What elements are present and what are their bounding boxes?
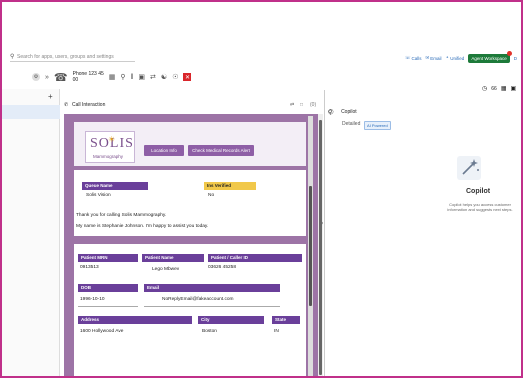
copilot-logo — [457, 156, 481, 180]
ai-powered-badge: AI Powered — [364, 121, 391, 130]
tab-count: (0) — [310, 102, 317, 108]
settings-icon[interactable]: ⚙ — [32, 73, 40, 81]
copilot-title: Copilot — [466, 188, 491, 195]
phone-call-icon[interactable]: ☎ — [54, 71, 68, 84]
interaction-form-panel: SOLIS ☀ Mammography Location Info Check … — [64, 114, 319, 376]
email-label: Email — [144, 284, 280, 292]
queue-name-label: Queue Name — [82, 182, 148, 190]
page-scrollbar[interactable] — [318, 114, 323, 376]
patient-name-label: Patient Name — [142, 254, 204, 262]
intro-text: My name is Stephanie Johnson. I'm happy … — [76, 224, 209, 229]
queue-name-value: Solis Vision — [86, 193, 111, 198]
dob-value: 1996-10-10 — [80, 297, 105, 302]
copilot-header-actions: ◷ 66 ▦ ▣ — [482, 86, 516, 92]
patient-callerid-value: 03626 45258 — [208, 265, 237, 270]
history-icon[interactable]: ◷ — [482, 86, 487, 92]
more-icon[interactable]: ▣ — [510, 86, 516, 92]
trailing-label: D — [513, 55, 517, 61]
chevron-right-icon[interactable]: › — [321, 220, 323, 227]
agent-workspace-button[interactable]: Agent Workspace — [468, 50, 512, 63]
patient-mrn-value: 0913513 — [80, 265, 99, 270]
state-value: IN — [274, 329, 279, 334]
phone-icon: ☏ — [404, 55, 411, 60]
dob-underline — [78, 306, 138, 307]
global-search[interactable]: ⚲ Search for apps, users, groups and set… — [10, 52, 135, 62]
dialpad-icon[interactable]: ▦ — [109, 73, 116, 81]
address-value: 1600 Hollywood Ave — [80, 329, 124, 334]
expand-icon[interactable]: □ — [300, 102, 303, 108]
email-underline — [144, 306, 280, 307]
caller-number-2: 00 — [72, 77, 79, 83]
call-toolbar: ⚙ » ☎ Phone 123 45 00 ▦ ⚲ ‖ ▣ ⇄ ☯ ☉ ✕ — [32, 68, 192, 86]
calendar-icon[interactable]: ▦ — [501, 86, 507, 92]
patient-mrn-label: Patient MRN — [78, 254, 138, 262]
selected-session[interactable] — [2, 105, 60, 119]
search-icon: ⚲ — [10, 54, 15, 60]
app-window: ⚲ Search for apps, users, groups and set… — [0, 0, 523, 378]
copilot-tab-title: Copilot — [341, 109, 357, 115]
mail-icon: ✉ — [425, 55, 430, 60]
address-label: Address — [78, 316, 192, 324]
record-icon[interactable]: ☉ — [172, 73, 178, 81]
patient-card: Patient MRN 0913513 Patient Name Lego Mb… — [74, 244, 306, 376]
solis-logo: SOLIS ☀ Mammography — [85, 131, 135, 163]
arrows-icon[interactable]: ⇄ — [290, 102, 294, 108]
city-value: Boston — [202, 329, 217, 334]
transfer-icon[interactable]: ⇄ — [150, 73, 156, 81]
form-scrollbar-thumb[interactable] — [309, 186, 312, 306]
top-actions: ☏ Calls ✉ Email ⚬ Unified Agent Workspace D — [405, 50, 517, 64]
mute-icon[interactable]: ⚲ — [120, 73, 125, 81]
copilot-badge-prefix: Detailed — [342, 121, 361, 127]
center-tab-header: ✆ Call Interaction ⇄ □ (0) — [64, 99, 322, 111]
notification-dot — [506, 50, 512, 56]
center-tab-title[interactable]: Call Interaction — [72, 102, 105, 108]
page-scrollbar-thumb[interactable] — [319, 120, 322, 375]
hold-icon[interactable]: ‖ — [131, 74, 134, 81]
ins-verified-label: Ins Verified — [204, 182, 256, 190]
location-info-button[interactable]: Location Info — [144, 145, 184, 156]
copilot-panel — [324, 90, 521, 376]
copilot-count: 66 — [491, 86, 497, 92]
state-label: State — [272, 316, 300, 324]
sparkle-dot — [477, 169, 479, 171]
caller-info: Phone 123 45 00 — [73, 71, 104, 83]
search-input[interactable]: Search for apps, users, groups and setti… — [17, 54, 114, 60]
email-button[interactable]: ✉ Email — [425, 55, 441, 61]
pin-icon[interactable]: ⚲ — [328, 110, 332, 116]
copilot-description: Copilot helps you access customer inform… — [447, 202, 513, 212]
conference-icon[interactable]: ☯ — [161, 73, 167, 81]
greeting-text: Thank you for calling Solis Mammography. — [76, 213, 167, 218]
patient-name-value: Lego Mbwev — [152, 267, 180, 272]
unified-button[interactable]: ⚬ Unified — [446, 55, 465, 61]
calls-button[interactable]: ☏ Calls — [405, 55, 422, 61]
unified-icon: ⚬ — [445, 55, 450, 60]
form-scrollbar[interactable] — [308, 116, 313, 376]
sun-icon: ☀ — [108, 135, 116, 144]
park-icon[interactable]: ▣ — [138, 73, 145, 81]
call-icon: ✆ — [64, 102, 69, 108]
email-value: NoReplyEmail@fakeaccount.com — [162, 297, 234, 302]
end-call-button[interactable]: ✕ — [183, 73, 192, 81]
queue-card: Queue Name Solis Vision Ins Verified No … — [74, 170, 306, 236]
form-header: SOLIS ☀ Mammography Location Info Check … — [74, 122, 306, 166]
patient-callerid-label: Patient / Caller ID — [208, 254, 302, 262]
add-session-icon[interactable]: + — [48, 92, 53, 101]
city-label: City — [198, 316, 264, 324]
dob-label: DOB — [78, 284, 138, 292]
ins-verified-value: No — [208, 193, 215, 198]
check-records-button[interactable]: Check Medical Records Alert — [188, 145, 254, 156]
forward-icon[interactable]: » — [45, 74, 49, 81]
left-session-panel: + — [2, 89, 60, 376]
